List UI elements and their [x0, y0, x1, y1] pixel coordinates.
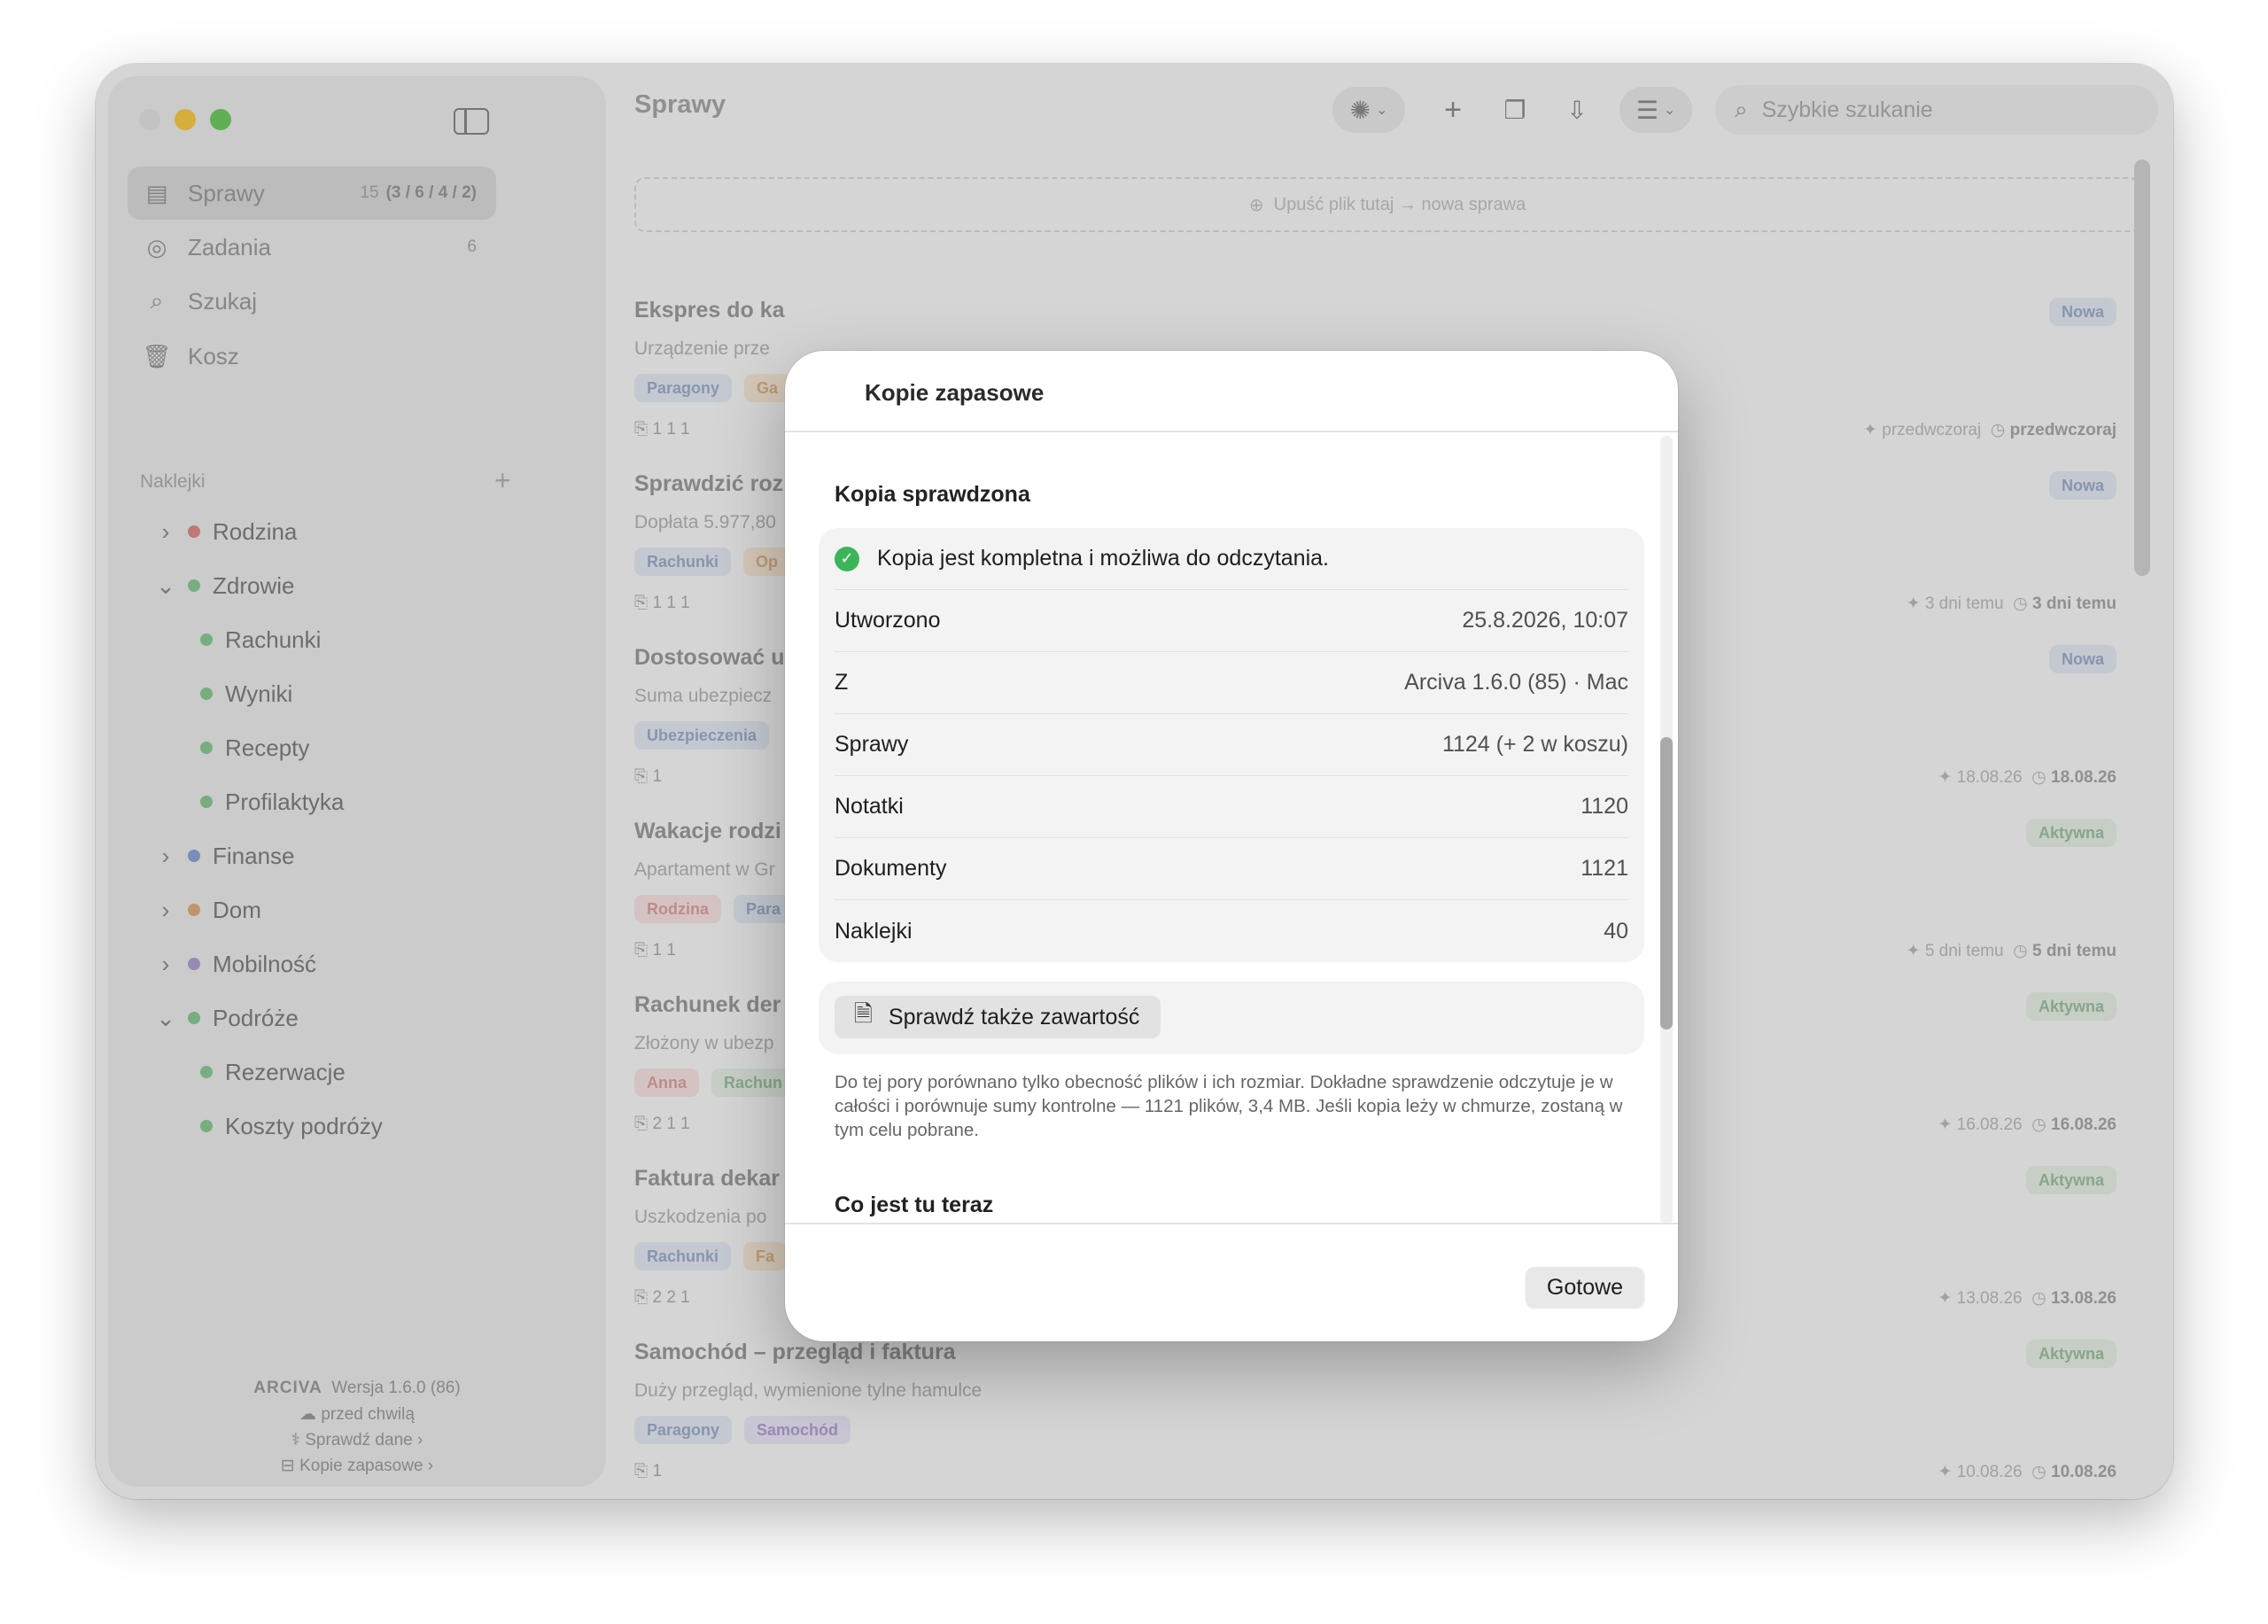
info-key: Naklejki [835, 918, 913, 944]
info-value: 1120 [1581, 794, 1628, 819]
checkmark-seal-icon: ✓ [835, 546, 859, 571]
backup-summary-group: ✓ Kopia jest kompletna i możliwa do odcz… [819, 528, 1644, 962]
dialog-body: Kopia sprawdzona ✓ Kopia jest kompletna … [785, 431, 1678, 1223]
info-row-cases: Sprawy 1124 (+ 2 w koszu) [835, 714, 1628, 776]
info-row-source: Z Arciva 1.6.0 (85) · Mac [835, 652, 1628, 714]
info-key: Utworzono [835, 608, 941, 633]
section-heading-verified: Kopia sprawdzona [835, 482, 1030, 507]
check-explanation: Do tej pory porównano tylko obecność pli… [835, 1072, 1623, 1140]
info-key: Notatki [835, 794, 904, 819]
app-window: ▤ Sprawy 15 (3 / 6 / 4 / 2) ◎ Zadania 6 ⌕… [96, 64, 2173, 1499]
section-heading-current: Co jest tu teraz [835, 1193, 994, 1217]
divider [785, 1223, 1678, 1224]
backups-dialog: Kopie zapasowe Kopia sprawdzona ✓ Kopia … [785, 351, 1678, 1341]
check-contents-button[interactable]: 🗎 Sprawdź także zawartość [835, 996, 1161, 1038]
dialog-scrollbar[interactable] [1660, 436, 1673, 1224]
verification-message: Kopia jest kompletna i możliwa do odczyt… [877, 546, 1329, 571]
info-row-tags: Naklejki 40 [835, 900, 1628, 962]
info-key: Z [835, 670, 849, 695]
info-value: 40 [1604, 918, 1628, 944]
info-row-documents: Dokumenty 1121 [835, 838, 1628, 900]
info-value: 25.8.2026, 10:07 [1462, 608, 1628, 633]
info-key: Sprawy [835, 732, 909, 757]
document-magnifier-icon: 🗎 [854, 1000, 873, 1027]
content-check-group: 🗎 Sprawdź także zawartość [819, 982, 1644, 1054]
info-value: 1124 (+ 2 w koszu) [1441, 732, 1628, 757]
info-row-created: Utworzono 25.8.2026, 10:07 [835, 590, 1628, 652]
info-value: Arciva 1.6.0 (85) · Mac [1404, 670, 1628, 695]
info-row-notes: Notatki 1120 [835, 776, 1628, 838]
done-button[interactable]: Gotowe [1526, 1267, 1644, 1308]
info-key: Dokumenty [835, 856, 947, 881]
info-value: 1121 [1581, 856, 1628, 881]
verification-result: ✓ Kopia jest kompletna i możliwa do odcz… [835, 528, 1628, 590]
scrollbar-thumb[interactable] [1660, 737, 1673, 1030]
dialog-title: Kopie zapasowe [865, 379, 1045, 406]
check-contents-label: Sprawdź także zawartość [888, 1004, 1140, 1030]
